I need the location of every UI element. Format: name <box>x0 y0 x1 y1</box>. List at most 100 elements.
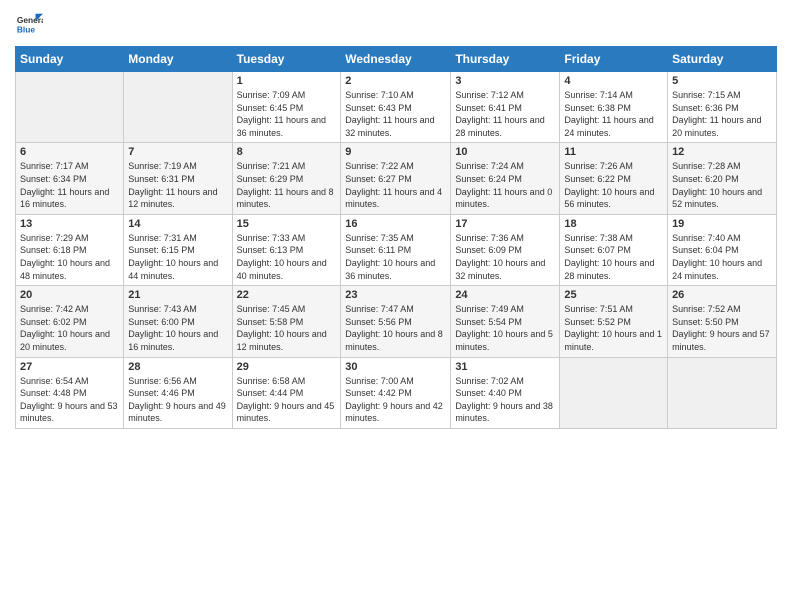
logo-icon: General Blue <box>15 10 43 38</box>
page-header: General Blue <box>15 10 777 38</box>
day-info: Sunrise: 7:40 AM Sunset: 6:04 PM Dayligh… <box>672 232 772 282</box>
calendar-cell <box>16 72 124 143</box>
calendar-cell: 3 Sunrise: 7:12 AM Sunset: 6:41 PM Dayli… <box>451 72 560 143</box>
calendar-cell <box>668 357 777 428</box>
day-info: Sunrise: 7:26 AM Sunset: 6:22 PM Dayligh… <box>564 160 663 210</box>
weekday-header-tuesday: Tuesday <box>232 47 341 72</box>
calendar-cell: 25 Sunrise: 7:51 AM Sunset: 5:52 PM Dayl… <box>560 286 668 357</box>
weekday-header-friday: Friday <box>560 47 668 72</box>
day-info: Sunrise: 7:19 AM Sunset: 6:31 PM Dayligh… <box>128 160 227 210</box>
calendar-cell: 4 Sunrise: 7:14 AM Sunset: 6:38 PM Dayli… <box>560 72 668 143</box>
calendar-cell: 29 Sunrise: 6:58 AM Sunset: 4:44 PM Dayl… <box>232 357 341 428</box>
day-info: Sunrise: 7:43 AM Sunset: 6:00 PM Dayligh… <box>128 303 227 353</box>
day-info: Sunrise: 7:28 AM Sunset: 6:20 PM Dayligh… <box>672 160 772 210</box>
day-number: 24 <box>455 289 555 301</box>
day-info: Sunrise: 7:14 AM Sunset: 6:38 PM Dayligh… <box>564 89 663 139</box>
weekday-header-wednesday: Wednesday <box>341 47 451 72</box>
day-number: 23 <box>345 289 446 301</box>
day-info: Sunrise: 7:45 AM Sunset: 5:58 PM Dayligh… <box>237 303 337 353</box>
calendar-cell <box>124 72 232 143</box>
day-number: 22 <box>237 289 337 301</box>
day-info: Sunrise: 7:15 AM Sunset: 6:36 PM Dayligh… <box>672 89 772 139</box>
day-info: Sunrise: 7:17 AM Sunset: 6:34 PM Dayligh… <box>20 160 119 210</box>
calendar-cell: 19 Sunrise: 7:40 AM Sunset: 6:04 PM Dayl… <box>668 214 777 285</box>
calendar-cell: 27 Sunrise: 6:54 AM Sunset: 4:48 PM Dayl… <box>16 357 124 428</box>
day-number: 31 <box>455 361 555 373</box>
day-info: Sunrise: 7:33 AM Sunset: 6:13 PM Dayligh… <box>237 232 337 282</box>
day-number: 30 <box>345 361 446 373</box>
day-number: 21 <box>128 289 227 301</box>
calendar-cell: 5 Sunrise: 7:15 AM Sunset: 6:36 PM Dayli… <box>668 72 777 143</box>
calendar-cell: 24 Sunrise: 7:49 AM Sunset: 5:54 PM Dayl… <box>451 286 560 357</box>
calendar-cell: 14 Sunrise: 7:31 AM Sunset: 6:15 PM Dayl… <box>124 214 232 285</box>
day-info: Sunrise: 7:10 AM Sunset: 6:43 PM Dayligh… <box>345 89 446 139</box>
week-row-3: 13 Sunrise: 7:29 AM Sunset: 6:18 PM Dayl… <box>16 214 777 285</box>
day-number: 14 <box>128 218 227 230</box>
day-info: Sunrise: 6:58 AM Sunset: 4:44 PM Dayligh… <box>237 375 337 425</box>
calendar-cell: 20 Sunrise: 7:42 AM Sunset: 6:02 PM Dayl… <box>16 286 124 357</box>
day-info: Sunrise: 7:38 AM Sunset: 6:07 PM Dayligh… <box>564 232 663 282</box>
day-info: Sunrise: 7:00 AM Sunset: 4:42 PM Dayligh… <box>345 375 446 425</box>
weekday-header-row: SundayMondayTuesdayWednesdayThursdayFrid… <box>16 47 777 72</box>
calendar-cell <box>560 357 668 428</box>
weekday-header-sunday: Sunday <box>16 47 124 72</box>
day-info: Sunrise: 7:47 AM Sunset: 5:56 PM Dayligh… <box>345 303 446 353</box>
calendar-cell: 31 Sunrise: 7:02 AM Sunset: 4:40 PM Dayl… <box>451 357 560 428</box>
calendar-cell: 10 Sunrise: 7:24 AM Sunset: 6:24 PM Dayl… <box>451 143 560 214</box>
calendar-page: General Blue SundayMondayTuesdayWednesda… <box>0 0 792 612</box>
calendar-cell: 2 Sunrise: 7:10 AM Sunset: 6:43 PM Dayli… <box>341 72 451 143</box>
week-row-2: 6 Sunrise: 7:17 AM Sunset: 6:34 PM Dayli… <box>16 143 777 214</box>
calendar-cell: 6 Sunrise: 7:17 AM Sunset: 6:34 PM Dayli… <box>16 143 124 214</box>
day-number: 8 <box>237 146 337 158</box>
day-info: Sunrise: 7:24 AM Sunset: 6:24 PM Dayligh… <box>455 160 555 210</box>
day-number: 12 <box>672 146 772 158</box>
day-number: 29 <box>237 361 337 373</box>
day-number: 27 <box>20 361 119 373</box>
calendar-cell: 17 Sunrise: 7:36 AM Sunset: 6:09 PM Dayl… <box>451 214 560 285</box>
weekday-header-thursday: Thursday <box>451 47 560 72</box>
day-info: Sunrise: 7:09 AM Sunset: 6:45 PM Dayligh… <box>237 89 337 139</box>
calendar-cell: 16 Sunrise: 7:35 AM Sunset: 6:11 PM Dayl… <box>341 214 451 285</box>
calendar-cell: 1 Sunrise: 7:09 AM Sunset: 6:45 PM Dayli… <box>232 72 341 143</box>
weekday-header-monday: Monday <box>124 47 232 72</box>
day-number: 4 <box>564 75 663 87</box>
day-number: 25 <box>564 289 663 301</box>
day-info: Sunrise: 7:12 AM Sunset: 6:41 PM Dayligh… <box>455 89 555 139</box>
logo: General Blue <box>15 10 43 38</box>
calendar-cell: 21 Sunrise: 7:43 AM Sunset: 6:00 PM Dayl… <box>124 286 232 357</box>
day-info: Sunrise: 7:36 AM Sunset: 6:09 PM Dayligh… <box>455 232 555 282</box>
day-number: 6 <box>20 146 119 158</box>
day-number: 19 <box>672 218 772 230</box>
calendar-cell: 23 Sunrise: 7:47 AM Sunset: 5:56 PM Dayl… <box>341 286 451 357</box>
day-number: 9 <box>345 146 446 158</box>
week-row-1: 1 Sunrise: 7:09 AM Sunset: 6:45 PM Dayli… <box>16 72 777 143</box>
day-number: 10 <box>455 146 555 158</box>
day-number: 18 <box>564 218 663 230</box>
day-number: 15 <box>237 218 337 230</box>
day-info: Sunrise: 6:56 AM Sunset: 4:46 PM Dayligh… <box>128 375 227 425</box>
day-info: Sunrise: 7:35 AM Sunset: 6:11 PM Dayligh… <box>345 232 446 282</box>
calendar-table: SundayMondayTuesdayWednesdayThursdayFrid… <box>15 46 777 429</box>
calendar-cell: 13 Sunrise: 7:29 AM Sunset: 6:18 PM Dayl… <box>16 214 124 285</box>
day-number: 11 <box>564 146 663 158</box>
day-number: 3 <box>455 75 555 87</box>
calendar-cell: 22 Sunrise: 7:45 AM Sunset: 5:58 PM Dayl… <box>232 286 341 357</box>
day-info: Sunrise: 7:22 AM Sunset: 6:27 PM Dayligh… <box>345 160 446 210</box>
day-number: 28 <box>128 361 227 373</box>
calendar-cell: 18 Sunrise: 7:38 AM Sunset: 6:07 PM Dayl… <box>560 214 668 285</box>
calendar-cell: 12 Sunrise: 7:28 AM Sunset: 6:20 PM Dayl… <box>668 143 777 214</box>
day-number: 7 <box>128 146 227 158</box>
week-row-4: 20 Sunrise: 7:42 AM Sunset: 6:02 PM Dayl… <box>16 286 777 357</box>
calendar-cell: 7 Sunrise: 7:19 AM Sunset: 6:31 PM Dayli… <box>124 143 232 214</box>
day-info: Sunrise: 7:51 AM Sunset: 5:52 PM Dayligh… <box>564 303 663 353</box>
day-info: Sunrise: 7:02 AM Sunset: 4:40 PM Dayligh… <box>455 375 555 425</box>
calendar-cell: 30 Sunrise: 7:00 AM Sunset: 4:42 PM Dayl… <box>341 357 451 428</box>
day-number: 2 <box>345 75 446 87</box>
calendar-cell: 11 Sunrise: 7:26 AM Sunset: 6:22 PM Dayl… <box>560 143 668 214</box>
day-info: Sunrise: 7:31 AM Sunset: 6:15 PM Dayligh… <box>128 232 227 282</box>
day-number: 1 <box>237 75 337 87</box>
weekday-header-saturday: Saturday <box>668 47 777 72</box>
day-info: Sunrise: 7:21 AM Sunset: 6:29 PM Dayligh… <box>237 160 337 210</box>
calendar-cell: 15 Sunrise: 7:33 AM Sunset: 6:13 PM Dayl… <box>232 214 341 285</box>
day-info: Sunrise: 7:49 AM Sunset: 5:54 PM Dayligh… <box>455 303 555 353</box>
